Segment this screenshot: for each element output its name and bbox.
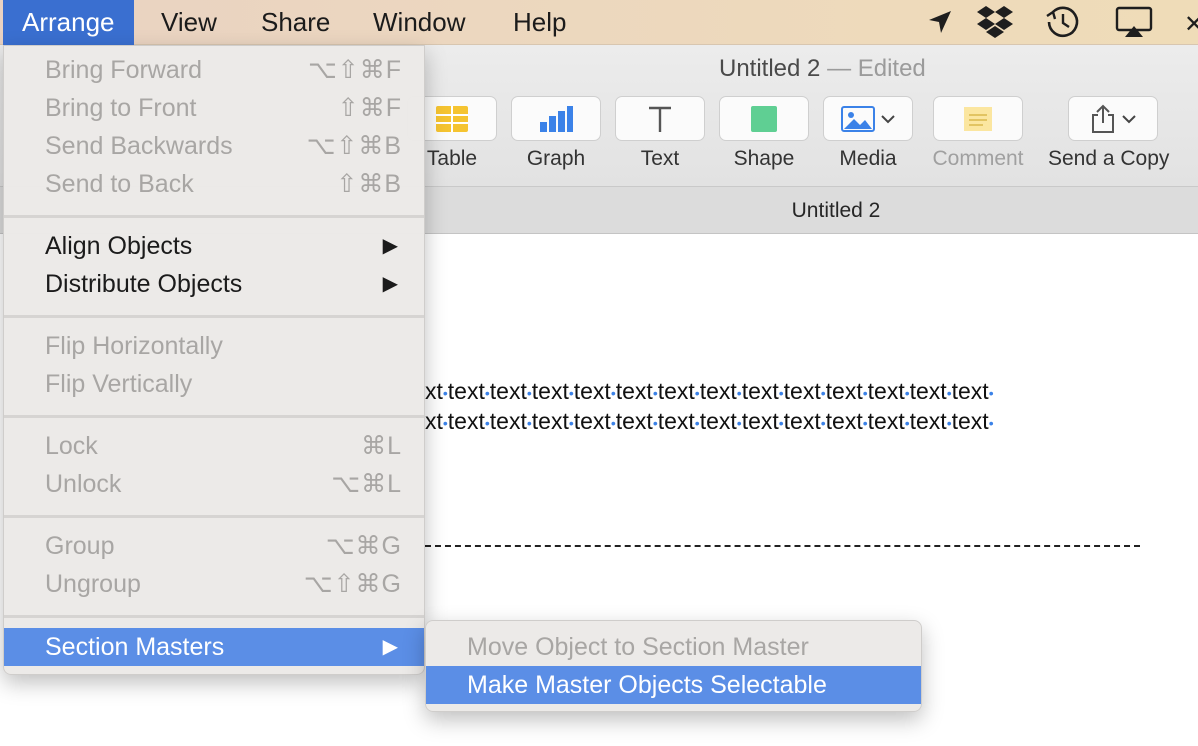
menu-item-label: Ungroup: [45, 570, 141, 598]
toolbar-comment: Comment: [932, 96, 1024, 171]
share-icon: [1092, 104, 1114, 133]
menu-item-lock: Lock ⌘L: [4, 427, 424, 465]
menu-bar: Arrange View Share Window Help ✕: [0, 0, 1198, 45]
menu-item-label: Flip Horizontally: [45, 332, 223, 360]
comment-icon: [964, 106, 992, 131]
menu-item-shortcut: ⌥⌘G: [325, 532, 402, 560]
text-icon: [649, 106, 671, 132]
menu-item-send-backwards: Send Backwards ⌥⇧⌘B: [4, 127, 424, 165]
submenu-arrow-icon: ▶: [382, 273, 398, 295]
text-label: Text: [640, 147, 680, 170]
menu-item-ungroup: Ungroup ⌥⇧⌘G: [4, 565, 424, 603]
menu-view[interactable]: View: [142, 0, 236, 45]
graph-button[interactable]: [511, 96, 601, 141]
document-text-line[interactable]: xt•text•text•text•text•text•text•text•te…: [425, 408, 994, 435]
menu-window[interactable]: Window: [354, 0, 484, 45]
menu-item-move-object-to-section-master: Move Object to Section Master: [426, 628, 921, 666]
send-a-copy-button[interactable]: [1068, 96, 1158, 141]
graph-icon: [540, 105, 573, 132]
menu-item-shortcut: ⌘L: [361, 432, 402, 460]
menu-item-label: Flip Vertically: [45, 370, 193, 398]
menu-item-label: Lock: [45, 432, 98, 460]
edited-status: — Edited: [827, 55, 926, 82]
menu-share[interactable]: Share: [242, 0, 349, 45]
location-arrow-icon[interactable]: [920, 4, 960, 40]
submenu-arrow-icon: ▶: [382, 636, 398, 658]
menu-item-bring-to-front: Bring to Front ⇧⌘F: [4, 89, 424, 127]
airplay-icon[interactable]: [1114, 4, 1154, 40]
toolbar-text[interactable]: Text: [614, 96, 706, 171]
menu-item-shortcut: ⌥⇧⌘F: [307, 56, 402, 84]
chevron-down-icon: [881, 114, 895, 123]
menu-separator: [4, 315, 424, 318]
comment-button: [933, 96, 1023, 141]
media-button[interactable]: [823, 96, 913, 141]
arrange-menu: Bring Forward ⌥⇧⌘F Bring to Front ⇧⌘F Se…: [3, 45, 425, 675]
menu-separator: [4, 415, 424, 418]
menu-item-bring-forward: Bring Forward ⌥⇧⌘F: [4, 51, 424, 89]
media-icon: [841, 105, 875, 132]
menu-separator: [4, 615, 424, 618]
menu-item-make-master-objects-selectable[interactable]: Make Master Objects Selectable: [426, 666, 921, 704]
window-title: Untitled 2 — Edited: [719, 55, 926, 83]
menu-item-label: Section Masters: [45, 633, 225, 661]
dropbox-icon[interactable]: [975, 4, 1015, 40]
chevron-down-icon: [1122, 114, 1136, 123]
menu-separator: [4, 215, 424, 218]
toolbar-media[interactable]: Media: [822, 96, 914, 171]
send-a-copy-label: Send a Copy: [1048, 147, 1170, 170]
menu-item-label: Send Backwards: [45, 132, 233, 160]
comment-label: Comment: [932, 147, 1024, 170]
submenu-arrow-icon: ▶: [382, 235, 398, 257]
menu-item-align-objects[interactable]: Align Objects ▶: [4, 227, 424, 265]
menu-item-label: Bring to Front: [45, 94, 197, 122]
menu-item-shortcut: ⌥⇧⌘G: [303, 570, 402, 598]
menu-item-shortcut: ⌥⌘L: [331, 470, 402, 498]
menu-item-label: Bring Forward: [45, 56, 202, 84]
menu-item-flip-horizontally: Flip Horizontally: [4, 327, 424, 365]
menu-item-label: Move Object to Section Master: [467, 633, 809, 661]
menu-item-shortcut: ⇧⌘B: [336, 170, 402, 198]
menu-help[interactable]: Help: [494, 0, 585, 45]
menu-item-shortcut: ⇧⌘F: [337, 94, 402, 122]
shape-button[interactable]: [719, 96, 809, 141]
shape-icon: [751, 105, 777, 132]
section-masters-submenu: Move Object to Section Master Make Maste…: [425, 620, 922, 712]
menu-item-shortcut: ⌥⇧⌘B: [306, 132, 402, 160]
menu-item-distribute-objects[interactable]: Distribute Objects ▶: [4, 265, 424, 303]
graph-label: Graph: [526, 147, 586, 170]
menu-item-section-masters[interactable]: Section Masters ▶: [4, 628, 424, 666]
time-machine-icon[interactable]: [1043, 4, 1083, 40]
toolbar-shape[interactable]: Shape: [718, 96, 810, 171]
shape-label: Shape: [733, 147, 795, 170]
document-text-line[interactable]: xt•text•text•text•text•text•text•text•te…: [425, 378, 994, 405]
menu-item-label: Group: [45, 532, 115, 560]
menu-item-label: Align Objects: [45, 232, 193, 260]
menu-item-label: Unlock: [45, 470, 122, 498]
close-icon[interactable]: ✕: [1184, 10, 1198, 39]
menu-separator: [4, 515, 424, 518]
menu-item-group: Group ⌥⌘G: [4, 527, 424, 565]
table-icon: [436, 105, 468, 132]
menu-item-flip-vertically: Flip Vertically: [4, 365, 424, 403]
media-label: Media: [839, 147, 897, 170]
text-button[interactable]: [615, 96, 705, 141]
menu-item-unlock: Unlock ⌥⌘L: [4, 465, 424, 503]
toolbar-send-a-copy[interactable]: Send a Copy: [1048, 96, 1169, 171]
menu-item-label: Make Master Objects Selectable: [467, 671, 827, 699]
menu-item-label: Send to Back: [45, 170, 194, 198]
menu-arrange[interactable]: Arrange: [3, 0, 134, 45]
document-name: Untitled 2: [719, 55, 821, 82]
menu-item-label: Distribute Objects: [45, 270, 243, 298]
toolbar-graph[interactable]: Graph: [510, 96, 602, 171]
section-break-line: [425, 545, 1140, 547]
menu-item-send-to-back: Send to Back ⇧⌘B: [4, 165, 424, 203]
